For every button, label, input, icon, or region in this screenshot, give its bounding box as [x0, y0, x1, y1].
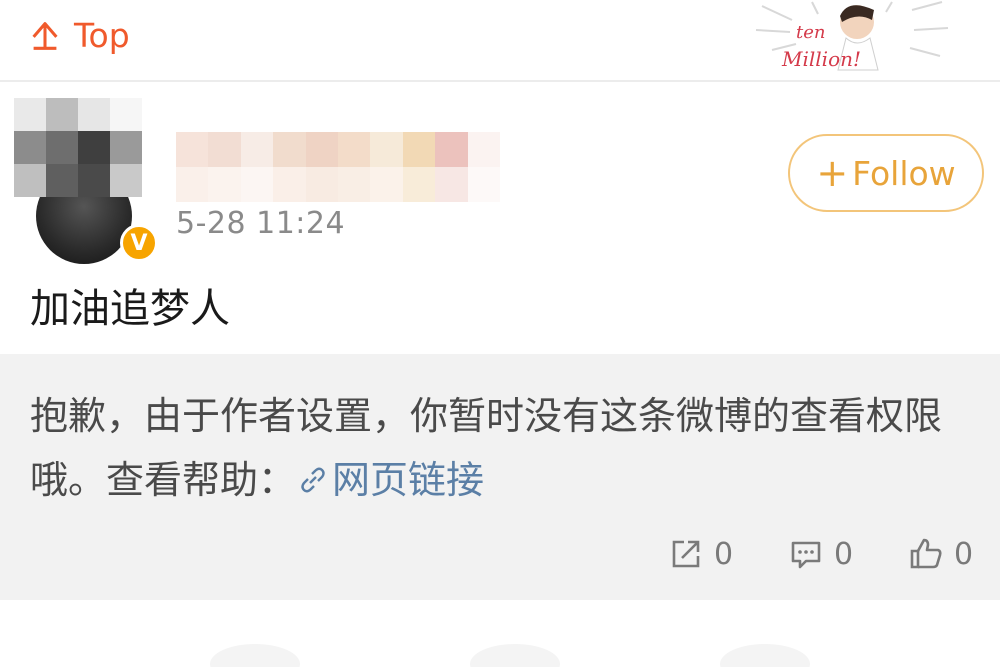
comment-icon [791, 541, 821, 569]
comment-count: 0 [834, 536, 854, 572]
top-bar: Top ten Million! [0, 0, 1000, 82]
link-icon [301, 467, 325, 493]
next-post-placeholder [720, 644, 810, 667]
arrow-up-icon [32, 22, 58, 50]
notice-message: 抱歉，由于作者设置，你暂时没有这条微博的查看权限哦。查看帮助： [30, 394, 943, 502]
restricted-notice: 抱歉，由于作者设置，你暂时没有这条微博的查看权限哦。查看帮助：网页链接 0 0 [0, 354, 1000, 600]
post-timestamp: 5-28 11:24 [176, 206, 346, 241]
thumbs-up-icon [910, 538, 942, 569]
username-redacted[interactable] [176, 132, 500, 202]
weibo-post-card: V 5-28 11:24 + Follow 加油追梦人 抱歉，由于作者设置，你暂… [0, 84, 1000, 600]
like-button[interactable]: 0 [908, 529, 973, 579]
svg-text:Million!: Million! [781, 47, 861, 71]
next-post-area [0, 600, 1000, 667]
post-actions: 0 0 0 [0, 529, 1000, 579]
plus-icon: + [816, 151, 849, 195]
svg-text:ten: ten [796, 22, 825, 43]
notice-text: 抱歉，由于作者设置，你暂时没有这条微博的查看权限哦。查看帮助： 网页链接 [30, 384, 980, 512]
ten-million-badge-icon: ten Million! [755, 1, 949, 71]
top-label: Top [74, 15, 130, 55]
web-link[interactable]: 网页链接 [296, 458, 484, 502]
share-icon [672, 540, 700, 568]
next-post-placeholder [470, 644, 560, 667]
follow-label: Follow [852, 153, 956, 193]
next-post-placeholder [210, 644, 300, 667]
share-button[interactable]: 0 [668, 529, 733, 579]
share-count: 0 [714, 536, 734, 572]
avatar[interactable]: V [14, 98, 158, 264]
like-count: 0 [954, 536, 974, 572]
follow-button[interactable]: + Follow [788, 134, 984, 212]
web-link-label: 网页链接 [332, 458, 485, 502]
avatar-mosaic [14, 98, 142, 198]
comment-button[interactable]: 0 [788, 529, 853, 579]
post-content: 加油追梦人 [30, 286, 230, 332]
verified-badge-icon: V [120, 224, 158, 262]
back-to-top-button[interactable]: Top [26, 12, 130, 58]
